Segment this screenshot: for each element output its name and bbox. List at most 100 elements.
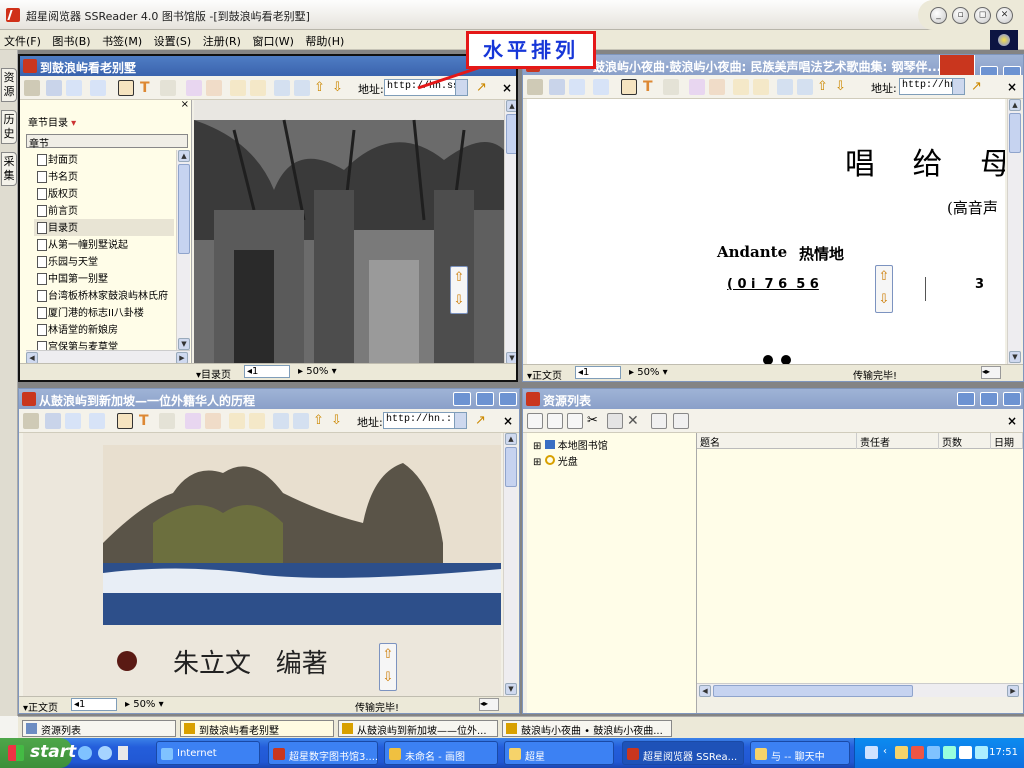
tray-icon[interactable] xyxy=(927,746,940,759)
restore-button[interactable]: ▫ xyxy=(952,7,969,24)
annotate-icon[interactable] xyxy=(185,413,201,429)
toc-item[interactable]: 封面页 xyxy=(34,151,174,168)
scroll-thumb[interactable] xyxy=(713,685,913,697)
page-nav-arrows[interactable]: ⇧ ⇩ xyxy=(875,265,893,313)
text-tool-icon[interactable]: T xyxy=(139,413,155,429)
zoom-select[interactable]: ▸ 50% ▾ xyxy=(125,699,164,710)
forward-arrow-icon[interactable] xyxy=(593,79,609,95)
page-view-sheet-music[interactable]: 唱 给 母 亲 (高音声 Andante 热情地 ( 0 i 7 6 5 6 3… xyxy=(527,99,1005,365)
page-step-buttons[interactable]: ◂▸ xyxy=(981,366,1001,379)
scroll-down-icon[interactable]: ▼ xyxy=(178,338,190,350)
tray-icon[interactable] xyxy=(865,746,878,759)
delete-icon[interactable]: ✕ xyxy=(627,413,643,429)
home-icon[interactable] xyxy=(45,413,61,429)
tree-item-disc[interactable]: ⊞ 光盘 xyxy=(533,453,578,468)
toc-item[interactable]: 乐园与天堂 xyxy=(34,253,174,270)
start-button[interactable]: start xyxy=(0,738,76,768)
close-button[interactable] xyxy=(499,392,517,406)
view-mode-icon[interactable] xyxy=(673,413,689,429)
last-page-icon[interactable] xyxy=(293,413,309,429)
minimize-button[interactable]: _ xyxy=(930,7,947,24)
page-vertical-scrollbar[interactable]: ▲ ▼ xyxy=(1007,99,1021,365)
switch-resource-list[interactable]: 资源列表 xyxy=(22,720,176,737)
page-view-villa-photo[interactable]: ⇧ ⇩ xyxy=(194,100,504,366)
task-chat[interactable]: 与 -- 聊天中 xyxy=(750,741,850,765)
hand-tool-icon[interactable] xyxy=(117,413,133,429)
minimize-button[interactable] xyxy=(956,392,975,406)
zoom-out-icon[interactable] xyxy=(249,413,265,429)
page-vertical-scrollbar[interactable]: ▲ ▼ xyxy=(503,433,517,697)
page-up-icon[interactable]: ⇧ xyxy=(313,413,329,429)
zoom-in-icon[interactable] xyxy=(229,413,245,429)
scroll-up-icon[interactable]: ▲ xyxy=(178,150,190,162)
toc-item[interactable]: 前言页 xyxy=(34,202,174,219)
menu-book[interactable]: 图书(B) xyxy=(48,30,94,49)
scroll-down-icon[interactable]: ▼ xyxy=(1009,351,1021,363)
page-vertical-scrollbar[interactable]: ▲ ▼ xyxy=(504,100,516,366)
scroll-up-icon[interactable]: ▲ xyxy=(506,100,516,112)
page-nav-arrows[interactable]: ⇧ ⇩ xyxy=(450,266,468,314)
toc-item[interactable]: 台湾板桥林家鼓浪屿林氏府 xyxy=(34,287,174,304)
toc-header[interactable]: 章节目录 ▾ xyxy=(28,114,76,129)
tray-icon[interactable] xyxy=(895,746,908,759)
scroll-thumb[interactable] xyxy=(505,447,517,487)
page-down-icon[interactable]: ⇩ xyxy=(835,79,851,95)
menu-settings[interactable]: 设置(S) xyxy=(150,30,196,49)
zoom-out-icon[interactable] xyxy=(250,80,266,96)
annotate-icon[interactable] xyxy=(186,80,202,96)
first-page-icon[interactable] xyxy=(274,80,290,96)
address-input[interactable]: http://hn. xyxy=(899,78,965,95)
new-folder-icon[interactable] xyxy=(527,413,543,429)
scroll-left-icon[interactable]: ◀ xyxy=(699,685,711,697)
list-horizontal-scrollbar[interactable]: ◀ ▶ xyxy=(697,683,1023,697)
nav-down-icon[interactable]: ⇩ xyxy=(451,290,467,313)
scroll-up-icon[interactable]: ▲ xyxy=(1009,99,1021,111)
go-arrow-icon[interactable]: ↗ xyxy=(475,413,491,429)
task-internet[interactable]: Internet xyxy=(156,741,260,765)
copy-icon[interactable] xyxy=(547,413,563,429)
nav-down-icon[interactable]: ⇩ xyxy=(876,289,892,312)
toc-item[interactable]: 中国第一别墅 xyxy=(34,270,174,287)
properties-icon[interactable] xyxy=(607,413,623,429)
address-dropdown-icon[interactable] xyxy=(454,413,466,428)
back-arrow-icon[interactable] xyxy=(569,79,585,95)
quicklaunch-ie-icon[interactable] xyxy=(78,746,92,760)
maximize-button[interactable] xyxy=(979,392,998,406)
zoom-select[interactable]: ▸ 50% ▾ xyxy=(629,367,668,378)
toc-toggle-icon[interactable] xyxy=(527,79,543,95)
paste-icon[interactable] xyxy=(567,413,583,429)
toc-item[interactable]: 林语堂的新娘房 xyxy=(34,321,174,338)
last-page-icon[interactable] xyxy=(797,79,813,95)
menu-window[interactable]: 窗口(W) xyxy=(248,30,297,49)
nav-up-icon[interactable]: ⇧ xyxy=(451,267,467,290)
nav-down-icon[interactable]: ⇩ xyxy=(380,667,396,690)
highlight-icon[interactable] xyxy=(205,413,221,429)
quicklaunch-browser-icon[interactable] xyxy=(98,746,112,760)
toolbar-close-icon[interactable]: × xyxy=(503,414,513,428)
page-down-icon[interactable]: ⇩ xyxy=(331,413,347,429)
text-tool-icon[interactable]: T xyxy=(643,79,659,95)
column-author[interactable]: 责任者 xyxy=(857,433,939,449)
first-page-icon[interactable] xyxy=(777,79,793,95)
quicklaunch-app-icon[interactable] xyxy=(118,746,128,760)
select-tool-icon[interactable] xyxy=(159,413,175,429)
page-step-buttons[interactable]: ◂▸ xyxy=(479,698,499,711)
switch-singapore[interactable]: 从鼓浪屿到新加坡——位外... xyxy=(338,720,498,737)
scroll-thumb[interactable] xyxy=(506,114,516,154)
page-type-select[interactable]: ▾正文页 xyxy=(527,367,562,381)
maximize-button[interactable] xyxy=(475,392,494,406)
scroll-thumb[interactable] xyxy=(178,164,190,254)
home-icon[interactable] xyxy=(46,80,62,96)
select-tool-icon[interactable] xyxy=(160,80,176,96)
nav-up-icon[interactable]: ⇧ xyxy=(380,644,396,667)
toc-panel-close-icon[interactable]: × xyxy=(181,99,189,110)
switch-serenade[interactable]: 鼓浪屿小夜曲 • 鼓浪屿小夜曲... xyxy=(502,720,672,737)
menu-file[interactable]: 文件(F) xyxy=(0,30,45,49)
page-down-icon[interactable]: ⇩ xyxy=(332,80,348,96)
text-tool-icon[interactable]: T xyxy=(140,80,156,96)
toc-item[interactable]: 版权页 xyxy=(34,185,174,202)
tray-icon[interactable] xyxy=(943,746,956,759)
back-arrow-icon[interactable] xyxy=(65,413,81,429)
minimize-button[interactable] xyxy=(452,392,471,406)
page-up-icon[interactable]: ⇧ xyxy=(314,80,330,96)
